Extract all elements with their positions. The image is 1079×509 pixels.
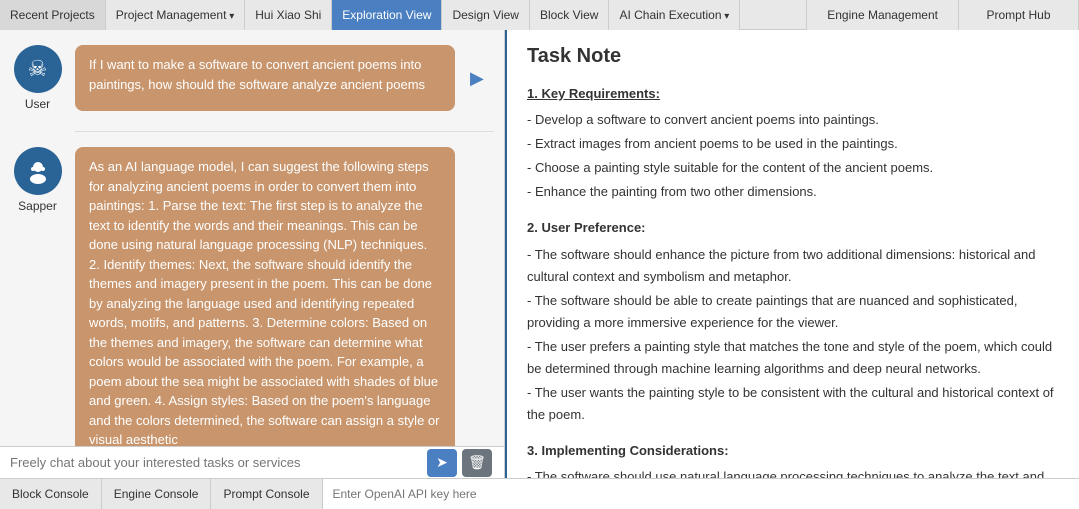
sapper-message-row: Sapper As an AI language model, I can su… (10, 147, 494, 446)
user-avatar-container: ☠ User (10, 45, 65, 111)
sapper-icon (24, 157, 52, 185)
delete-button[interactable]: 🗑 (462, 449, 492, 477)
scroll-arrow-icon[interactable]: ▶ (470, 68, 484, 89)
tab-prompt-console[interactable]: Prompt Console (211, 479, 322, 509)
tab-exploration-view[interactable]: Exploration View (332, 0, 442, 30)
sapper-label: Sapper (18, 199, 57, 213)
task-item-u2: - The software should be able to create … (527, 290, 1059, 334)
tab-block-view[interactable]: Block View (530, 0, 609, 30)
message-divider (75, 131, 494, 132)
api-key-input[interactable] (323, 479, 1079, 509)
tab-design-view[interactable]: Design View (442, 0, 529, 30)
chat-messages: ☠ User If I want to make a software to c… (0, 30, 504, 446)
tab-block-console[interactable]: Block Console (0, 479, 102, 509)
user-label: User (25, 97, 50, 111)
tab-recent-projects[interactable]: Recent Projects (0, 0, 106, 30)
user-avatar: ☠ (14, 45, 62, 93)
task-item-r2: - Extract images from ancient poems to b… (527, 133, 1059, 155)
tab-ai-chain-execution[interactable]: AI Chain Execution (609, 0, 740, 30)
tab-engine-management[interactable]: Engine Management (807, 0, 959, 30)
nav-tabs-right: Engine Management Prompt Hub (806, 0, 1079, 30)
sapper-avatar-container: Sapper (10, 147, 65, 446)
chat-input-buttons: ➤ 🗑 (427, 449, 492, 477)
main-content: ☠ User If I want to make a software to c… (0, 30, 1079, 478)
task-item-u4: - The user wants the painting style to b… (527, 382, 1059, 426)
nav-tabs-left: Recent Projects Project Management Hui X… (0, 0, 806, 30)
user-icon: ☠ (28, 56, 48, 82)
task-item-r1: - Develop a software to convert ancient … (527, 109, 1059, 131)
send-button[interactable]: ➤ (427, 449, 457, 477)
task-section-implementing-title: 3. Implementing Considerations: (527, 440, 1059, 462)
task-section-requirements: 1. Key Requirements: - Develop a softwar… (527, 83, 1059, 203)
task-section-implementing: 3. Implementing Considerations: - The so… (527, 440, 1059, 478)
task-item-u1: - The software should enhance the pictur… (527, 244, 1059, 288)
task-note-title: Task Note (527, 45, 1059, 68)
tab-prompt-hub[interactable]: Prompt Hub (959, 0, 1079, 30)
chat-input-area: ➤ 🗑 (0, 446, 504, 478)
sapper-message-bubble: As an AI language model, I can suggest t… (75, 147, 455, 446)
task-note-panel: Task Note 1. Key Requirements: - Develop… (505, 30, 1079, 478)
bottom-bar: Block Console Engine Console Prompt Cons… (0, 478, 1079, 508)
user-message-bubble: If I want to make a software to convert … (75, 45, 455, 111)
task-section-requirements-title: 1. Key Requirements: (527, 83, 1059, 105)
sapper-avatar (14, 147, 62, 195)
top-navigation: Recent Projects Project Management Hui X… (0, 0, 1079, 30)
task-note-content: 1. Key Requirements: - Develop a softwar… (527, 83, 1059, 478)
user-message-row: ☠ User If I want to make a software to c… (10, 45, 494, 111)
task-section-user-preference-title: 2. User Preference: (527, 217, 1059, 239)
chat-panel: ☠ User If I want to make a software to c… (0, 30, 505, 478)
task-item-i1: - The software should use natural langua… (527, 466, 1059, 478)
task-item-u3: - The user prefers a painting style that… (527, 336, 1059, 380)
tab-project-management[interactable]: Project Management (106, 0, 246, 30)
tab-hui-xiao-shi[interactable]: Hui Xiao Shi (245, 0, 332, 30)
task-section-user-preference: 2. User Preference: - The software shoul… (527, 217, 1059, 426)
task-item-r3: - Choose a painting style suitable for t… (527, 157, 1059, 179)
tab-engine-console[interactable]: Engine Console (102, 479, 212, 509)
scroll-arrow-container: ▶ (465, 45, 489, 111)
chat-input[interactable] (10, 455, 494, 470)
task-item-r4: - Enhance the painting from two other di… (527, 181, 1059, 203)
